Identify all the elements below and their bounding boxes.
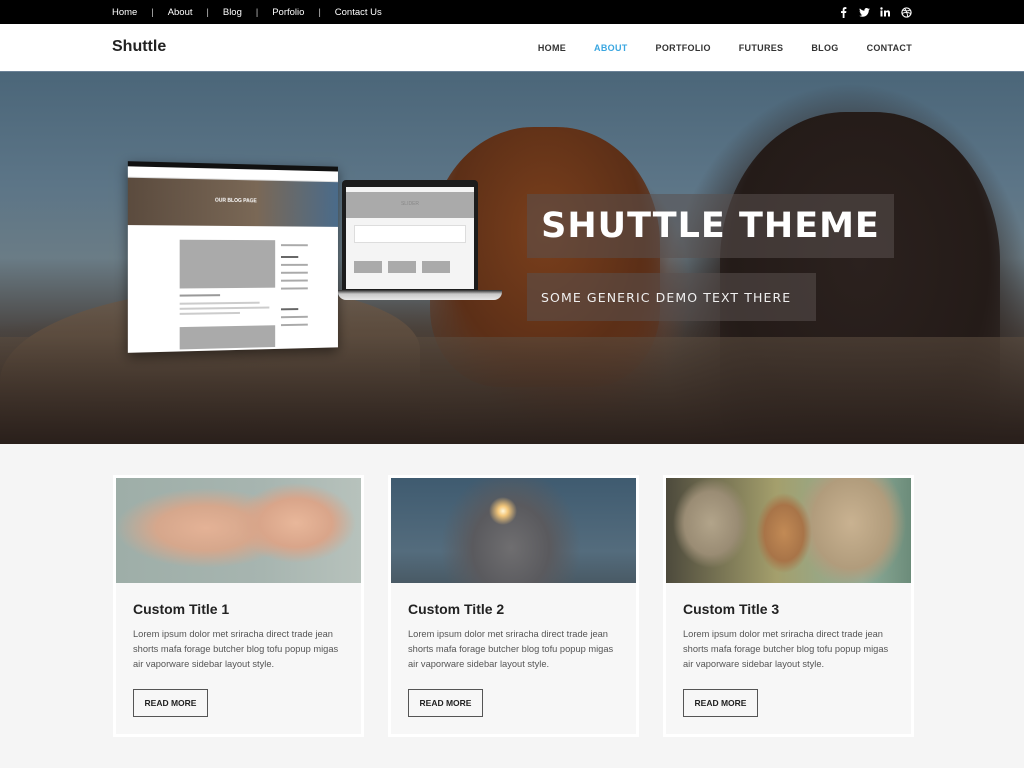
- card-title: Custom Title 1: [133, 601, 230, 617]
- top-links: Home | About | Blog | Porfolio | Contact…: [112, 0, 382, 24]
- card-text: Lorem ipsum dolor met sriracha direct tr…: [408, 629, 614, 669]
- mockup-sidebar-line: [280, 271, 308, 274]
- top-link-blog[interactable]: Blog: [223, 7, 242, 18]
- laptop-keyboard-base: [338, 290, 502, 300]
- nav-portfolio[interactable]: PORTFOLIO: [656, 43, 711, 53]
- browser-mockup: OUR BLOG PAGE: [127, 161, 338, 353]
- top-link-contact[interactable]: Contact Us: [335, 7, 382, 18]
- laptop-mockup: SLIDER: [338, 180, 502, 304]
- mockup-sidebar-line: [280, 279, 308, 282]
- hero-banner: OUR BLOG PAGE SLIDER SHUTTLE THEME SOME …: [0, 72, 1024, 444]
- nav-futures[interactable]: FUTURES: [739, 43, 784, 53]
- main-nav: HOME ABOUT PORTFOLIO FUTURES BLOG CONTAC…: [510, 24, 912, 72]
- card-body: Custom Title 2 Lorem ipsum dolor met sri…: [391, 583, 636, 735]
- read-more-button[interactable]: READ MORE: [133, 689, 208, 717]
- facebook-icon[interactable]: [837, 6, 849, 18]
- hero-bg-fur: [0, 337, 1024, 444]
- nav-about[interactable]: ABOUT: [594, 43, 628, 53]
- mockup-sidebar-line: [280, 244, 308, 247]
- mockup-image-placeholder: [179, 239, 276, 289]
- feature-card: Custom Title 2 Lorem ipsum dolor met sri…: [388, 475, 639, 737]
- hero-title: SHUTTLE THEME: [527, 194, 894, 258]
- mockup-hero: OUR BLOG PAGE: [127, 177, 338, 227]
- feature-card: Custom Title 1 Lorem ipsum dolor met sri…: [113, 475, 364, 737]
- twitter-icon[interactable]: [858, 6, 870, 18]
- mockup-text-line: [179, 306, 270, 310]
- read-more-button[interactable]: READ MORE: [408, 689, 483, 717]
- laptop-screen-content: SLIDER: [346, 187, 474, 289]
- card-title: Custom Title 2: [408, 601, 505, 617]
- laptop-thumb: [388, 261, 416, 273]
- top-bar: Home | About | Blog | Porfolio | Contact…: [0, 0, 1024, 24]
- laptop-welcome-box: [354, 225, 466, 243]
- laptop-thumb: [354, 261, 382, 273]
- site-logo[interactable]: Shuttle: [112, 38, 166, 56]
- laptop-slider: SLIDER: [346, 192, 474, 218]
- top-link-home[interactable]: Home: [112, 7, 137, 18]
- card-text: Lorem ipsum dolor met sriracha direct tr…: [683, 629, 889, 669]
- mockup-sidebar-line: [280, 315, 308, 319]
- card-image-sparkler: [391, 478, 636, 583]
- laptop-thumb: [422, 261, 450, 273]
- separator: |: [151, 7, 154, 17]
- mockup-image-placeholder: [179, 325, 276, 350]
- separator: |: [206, 7, 209, 17]
- nav-contact[interactable]: CONTACT: [867, 43, 912, 53]
- card-body: Custom Title 1 Lorem ipsum dolor met sri…: [116, 583, 361, 735]
- mockup-sidebar-line: [280, 263, 308, 266]
- hero-subtitle: SOME GENERIC DEMO TEXT THERE: [527, 273, 816, 321]
- feature-card: Custom Title 3 Lorem ipsum dolor met sri…: [663, 475, 914, 737]
- mockup-text-line: [179, 301, 260, 305]
- mockup-sidebar-line: [280, 256, 299, 258]
- card-title: Custom Title 3: [683, 601, 780, 617]
- card-text: Lorem ipsum dolor met sriracha direct tr…: [133, 629, 339, 669]
- laptop-screen: SLIDER: [342, 180, 478, 290]
- nav-blog[interactable]: BLOG: [811, 43, 838, 53]
- laptop-slider-label: SLIDER: [400, 201, 420, 207]
- card-image-hearts: [666, 478, 911, 583]
- top-link-portfolio[interactable]: Porfolio: [272, 7, 304, 18]
- mockup-text-line: [179, 311, 240, 315]
- mockup-sidebar-line: [280, 308, 299, 311]
- separator: |: [318, 7, 321, 17]
- mockup-sidebar-line: [280, 323, 308, 327]
- card-body: Custom Title 3 Lorem ipsum dolor met sri…: [666, 583, 911, 735]
- site-header: Shuttle HOME ABOUT PORTFOLIO FUTURES BLO…: [0, 24, 1024, 72]
- feature-cards: Custom Title 1 Lorem ipsum dolor met sri…: [113, 475, 914, 737]
- mockup-text-line: [179, 294, 221, 297]
- card-image-hands: [116, 478, 361, 583]
- read-more-button[interactable]: READ MORE: [683, 689, 758, 717]
- separator: |: [255, 7, 259, 17]
- mockup-sidebar-line: [280, 287, 308, 290]
- nav-home[interactable]: HOME: [538, 43, 566, 53]
- dribbble-icon[interactable]: [900, 6, 912, 18]
- social-links: [837, 0, 912, 24]
- top-link-about[interactable]: About: [168, 7, 193, 18]
- mockup-hero-label: OUR BLOG PAGE: [215, 197, 257, 205]
- linkedin-icon[interactable]: [879, 6, 891, 18]
